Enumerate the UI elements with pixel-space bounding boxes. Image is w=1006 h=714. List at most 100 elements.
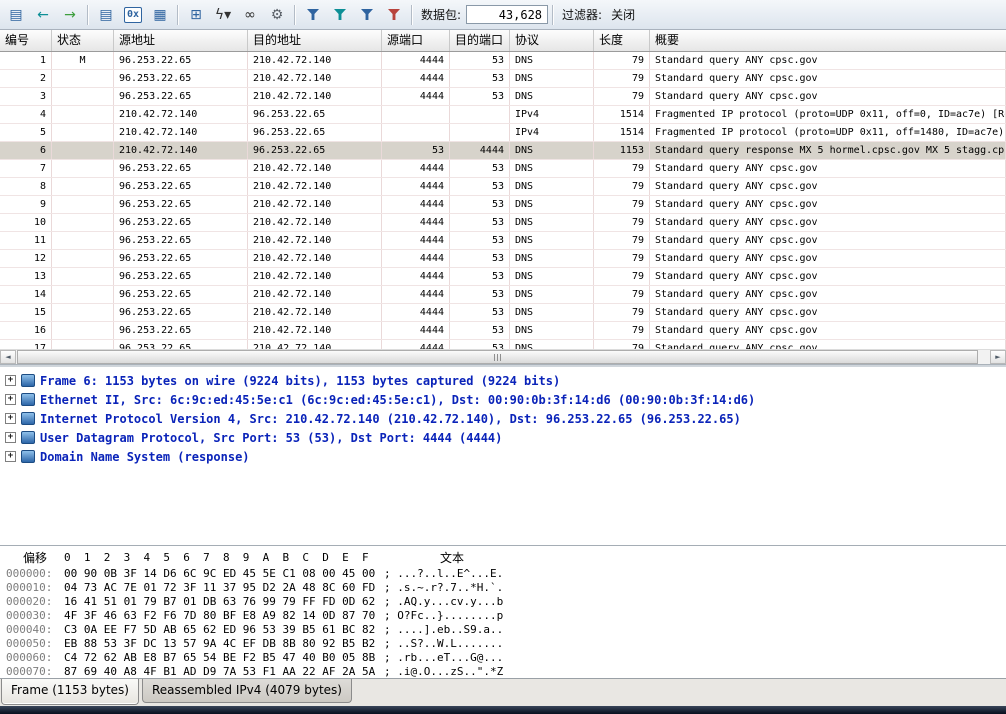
cell-info: Standard query ANY cpsc.gov <box>650 322 1006 339</box>
filter-prepare-icon[interactable] <box>327 3 353 26</box>
byte-view-tab[interactable]: Frame (1153 bytes) <box>1 679 139 705</box>
column-header-dest[interactable]: 目的地址 <box>248 30 382 51</box>
cell-source: 96.253.22.65 <box>114 160 248 177</box>
cell-source: 96.253.22.65 <box>114 232 248 249</box>
tree-item[interactable]: + Internet Protocol Version 4, Src: 210.… <box>5 409 1006 428</box>
cell-status <box>52 304 114 321</box>
table-row[interactable]: 3 96.253.22.65 210.42.72.140 4444 53 DNS… <box>0 88 1006 106</box>
scroll-right-button[interactable]: ► <box>990 350 1006 364</box>
settings-icon[interactable]: ⚙ <box>264 3 290 26</box>
colorize-icon[interactable]: ϟ▾ <box>210 3 236 26</box>
table-row[interactable]: 14 96.253.22.65 210.42.72.140 4444 53 DN… <box>0 286 1006 304</box>
scroll-thumb[interactable] <box>17 350 978 364</box>
jump-forward-icon[interactable]: → <box>57 3 83 26</box>
table-row[interactable]: 7 96.253.22.65 210.42.72.140 4444 53 DNS… <box>0 160 1006 178</box>
scroll-left-button[interactable]: ◄ <box>0 350 16 364</box>
packet-count-input[interactable] <box>466 5 548 24</box>
filter-apply-icon[interactable] <box>300 3 326 26</box>
details-pane-icon[interactable]: ▦ <box>147 3 173 26</box>
cell-srcport: 4444 <box>382 88 450 105</box>
table-row[interactable]: 8 96.253.22.65 210.42.72.140 4444 53 DNS… <box>0 178 1006 196</box>
cell-length: 79 <box>594 88 650 105</box>
tree-item[interactable]: + Ethernet II, Src: 6c:9c:ed:45:5e:c1 (6… <box>5 390 1006 409</box>
filter-edit-icon[interactable] <box>354 3 380 26</box>
column-header-dstport[interactable]: 目的端口 <box>450 30 510 51</box>
jump-back-icon[interactable]: ← <box>30 3 56 26</box>
table-row[interactable]: 13 96.253.22.65 210.42.72.140 4444 53 DN… <box>0 268 1006 286</box>
cell-info: Standard query ANY cpsc.gov <box>650 304 1006 321</box>
cell-dest: 96.253.22.65 <box>248 124 382 141</box>
expander-icon[interactable]: + <box>5 432 16 443</box>
hex-pane-icon[interactable]: 0x <box>120 3 146 26</box>
cell-dstport: 53 <box>450 250 510 267</box>
table-row[interactable]: 12 96.253.22.65 210.42.72.140 4444 53 DN… <box>0 250 1006 268</box>
filter-value[interactable]: 关闭 <box>611 6 635 23</box>
cell-srcport: 4444 <box>382 340 450 349</box>
expander-icon[interactable]: + <box>5 413 16 424</box>
hex-ascii: ; ..S?..W.L....... <box>384 637 503 650</box>
hex-header: 偏移 0 1 2 3 4 5 6 7 8 9 A B C D E F 文本 <box>6 549 1006 566</box>
hex-ascii: ; ....].eb..S9.a.. <box>384 623 503 636</box>
table-row[interactable]: 16 96.253.22.65 210.42.72.140 4444 53 DN… <box>0 322 1006 340</box>
window-icon[interactable]: ▤ <box>3 3 29 26</box>
column-header-status[interactable]: 状态 <box>52 30 114 51</box>
column-header-source[interactable]: 源地址 <box>114 30 248 51</box>
cell-no: 15 <box>0 304 52 321</box>
cell-dest: 210.42.72.140 <box>248 304 382 321</box>
hex-row[interactable]: 000020: 16 41 51 01 79 B7 01 DB 63 76 99… <box>6 594 1006 608</box>
cell-length: 79 <box>594 286 650 303</box>
toolbar-separator <box>294 5 296 25</box>
cell-protocol: DNS <box>510 286 594 303</box>
tree-item[interactable]: + Domain Name System (response) <box>5 447 1006 466</box>
byte-view-tab[interactable]: Reassembled IPv4 (4079 bytes) <box>142 679 352 703</box>
hex-row[interactable]: 000010: 04 73 AC 7E 01 72 3F 11 37 95 D2… <box>6 580 1006 594</box>
table-row[interactable]: 4 210.42.72.140 96.253.22.65 IPv4 1514 F… <box>0 106 1006 124</box>
table-row[interactable]: 10 96.253.22.65 210.42.72.140 4444 53 DN… <box>0 214 1006 232</box>
table-row[interactable]: 6 210.42.72.140 96.253.22.65 53 4444 DNS… <box>0 142 1006 160</box>
expander-icon[interactable]: + <box>5 375 16 386</box>
table-row[interactable]: 11 96.253.22.65 210.42.72.140 4444 53 DN… <box>0 232 1006 250</box>
cell-srcport <box>382 124 450 141</box>
table-row[interactable]: 15 96.253.22.65 210.42.72.140 4444 53 DN… <box>0 304 1006 322</box>
column-header-srcport[interactable]: 源端口 <box>382 30 450 51</box>
table-row[interactable]: 5 210.42.72.140 96.253.22.65 IPv4 1514 F… <box>0 124 1006 142</box>
column-header-no[interactable]: 编号 <box>0 30 52 51</box>
hex-row[interactable]: 000000: 00 90 0B 3F 14 D6 6C 9C ED 45 5E… <box>6 566 1006 580</box>
cell-no: 13 <box>0 268 52 285</box>
cell-no: 3 <box>0 88 52 105</box>
cell-dest: 210.42.72.140 <box>248 160 382 177</box>
export-icon[interactable]: ⊞ <box>183 3 209 26</box>
cell-srcport: 4444 <box>382 160 450 177</box>
cell-status <box>52 268 114 285</box>
hex-row[interactable]: 000050: EB 88 53 3F DC 13 57 9A 4C EF DB… <box>6 636 1006 650</box>
tree-item[interactable]: + User Datagram Protocol, Src Port: 53 (… <box>5 428 1006 447</box>
find-icon[interactable]: ∞ <box>237 3 263 26</box>
filter-clear-icon[interactable] <box>381 3 407 26</box>
table-row[interactable]: 17 96.253.22.65 210.42.72.140 4444 53 DN… <box>0 340 1006 349</box>
column-header-info[interactable]: 概要 <box>650 30 1006 51</box>
table-row[interactable]: 2 96.253.22.65 210.42.72.140 4444 53 DNS… <box>0 70 1006 88</box>
packet-list-pane-icon[interactable]: ▤ <box>93 3 119 26</box>
cell-dest: 210.42.72.140 <box>248 88 382 105</box>
expander-icon[interactable]: + <box>5 451 16 462</box>
tree-item[interactable]: + Frame 6: 1153 bytes on wire (9224 bits… <box>5 371 1006 390</box>
scroll-track[interactable] <box>16 350 990 364</box>
hex-row[interactable]: 000040: C3 0A EE F7 5D AB 65 62 ED 96 53… <box>6 622 1006 636</box>
cell-dstport: 53 <box>450 196 510 213</box>
horizontal-scrollbar[interactable]: ◄ ► <box>0 349 1006 364</box>
cell-status <box>52 196 114 213</box>
cell-dstport: 53 <box>450 70 510 87</box>
hex-ascii: ; ...?..l..E^...E. <box>384 567 503 580</box>
cell-length: 79 <box>594 250 650 267</box>
hex-row[interactable]: 000070: 87 69 40 A8 4F B1 AD D9 7A 53 F1… <box>6 664 1006 678</box>
cell-source: 96.253.22.65 <box>114 52 248 69</box>
expander-icon[interactable]: + <box>5 394 16 405</box>
column-header-length[interactable]: 长度 <box>594 30 650 51</box>
column-header-protocol[interactable]: 协议 <box>510 30 594 51</box>
hex-row[interactable]: 000060: C4 72 62 AB E8 B7 65 54 BE F2 B5… <box>6 650 1006 664</box>
cell-dstport: 53 <box>450 322 510 339</box>
hex-row[interactable]: 000030: 4F 3F 46 63 F2 F6 7D 80 BF E8 A9… <box>6 608 1006 622</box>
table-row[interactable]: 1 M 96.253.22.65 210.42.72.140 4444 53 D… <box>0 52 1006 70</box>
cell-dstport: 53 <box>450 268 510 285</box>
table-row[interactable]: 9 96.253.22.65 210.42.72.140 4444 53 DNS… <box>0 196 1006 214</box>
